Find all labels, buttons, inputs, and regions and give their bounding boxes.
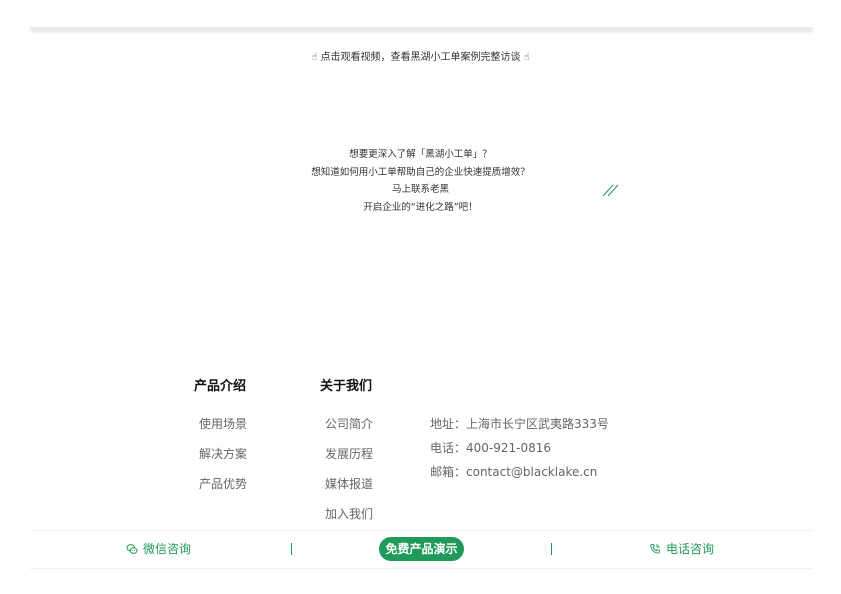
footer-product-title: 产品介绍 (194, 379, 247, 394)
footer-link-media[interactable]: 媒体报道 (320, 477, 373, 507)
footer-about-column: 关于我们 公司简介 发展历程 媒体报道 加入我们 (320, 378, 373, 537)
bar-separator (291, 543, 292, 555)
cta-line-3: 马上联系老黑 (391, 184, 449, 195)
footer-link-advantages[interactable]: 产品优势 (194, 477, 247, 507)
cta-line-4: 开启企业的“进化之路”吧！ (363, 201, 478, 213)
contact-prompt: 想要更深入了解「黑湖小工单」？ 想知道如何用小工单帮助自己的企业快速提质增效？ … (0, 146, 841, 216)
wechat-icon (126, 544, 138, 554)
footer-product-column: 产品介绍 使用场景 解决方案 产品优势 (194, 378, 247, 507)
footer-about-title: 关于我们 (320, 379, 373, 394)
bar-separator (551, 543, 552, 555)
page: ☝ 点击观看视频，查看黑湖小工单案例完整访谈 ☝ 想要更深入了解「黑湖小工单」？ 想… (0, 0, 841, 594)
wechat-consult-label: 微信咨询 (143, 542, 192, 556)
pointing-hand-icon: ☝ (523, 52, 530, 63)
phone-consult-button[interactable]: 电话咨询 (649, 541, 714, 557)
contact-email[interactable]: 邮箱：contact@blacklake.cn (430, 460, 609, 484)
footer-contact: 地址：上海市长宁区武夷路333号 电话：400-921-0816 邮箱：cont… (430, 412, 609, 484)
video-caption-text: 点击观看视频，查看黑湖小工单案例完整访谈 (320, 52, 521, 63)
footer-about-links: 公司简介 发展历程 媒体报道 加入我们 (320, 417, 373, 537)
bottom-action-bar: 微信咨询 免费产品演示 电话咨询 (30, 530, 813, 569)
wechat-consult-button[interactable]: 微信咨询 (126, 541, 191, 557)
top-divider (30, 27, 813, 30)
phone-icon (650, 544, 660, 554)
cta-line-2: 想知道如何用小工单帮助自己的企业快速提质增效？ (311, 166, 530, 178)
pointing-hand-icon: ☝ (311, 52, 318, 63)
footer-product-links: 使用场景 解决方案 产品优势 (194, 417, 247, 507)
footer-link-company[interactable]: 公司简介 (320, 417, 373, 447)
footer-link-history[interactable]: 发展历程 (320, 447, 373, 477)
contact-address: 地址：上海市长宁区武夷路333号 (430, 417, 609, 431)
phone-consult-label: 电话咨询 (666, 542, 715, 556)
footer-link-scenarios[interactable]: 使用场景 (194, 417, 247, 447)
slash-decoration-icon (602, 184, 619, 197)
free-demo-button[interactable]: 免费产品演示 (379, 537, 464, 561)
footer-link-solutions[interactable]: 解决方案 (194, 447, 247, 477)
cta-line-1: 想要更深入了解「黑湖小工单」？ (349, 149, 492, 160)
contact-phone: 电话：400-921-0816 (430, 441, 552, 455)
video-caption[interactable]: ☝ 点击观看视频，查看黑湖小工单案例完整访谈 ☝ (0, 51, 841, 65)
